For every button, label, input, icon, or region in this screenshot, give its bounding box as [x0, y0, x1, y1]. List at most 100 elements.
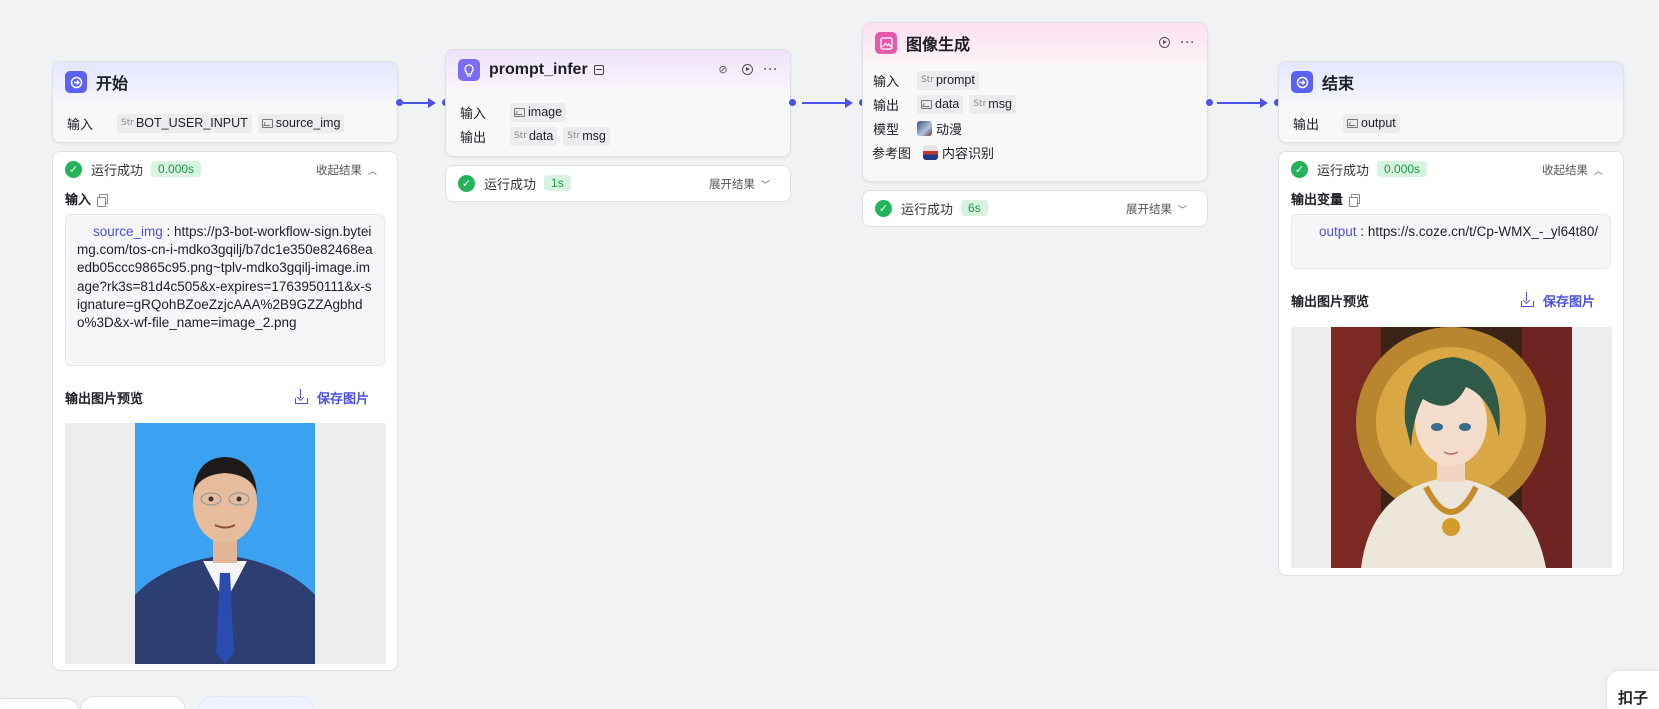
run-node-button[interactable]: [1157, 35, 1171, 49]
check-circle-icon: ✓: [65, 160, 82, 178]
node-title: prompt_infer: [489, 61, 588, 78]
bell-off-icon[interactable]: ⊘: [716, 62, 730, 76]
anime-portrait-image: [1331, 327, 1572, 568]
edge-image-end: [1217, 102, 1260, 104]
arrow-icon: [845, 98, 853, 108]
arrow-icon: [1260, 98, 1268, 108]
time-badge: 1s: [544, 175, 571, 191]
bottom-toolbar-right[interactable]: [198, 696, 314, 709]
download-icon: [1520, 291, 1534, 307]
result-value-box: output : https://s.coze.cn/t/Cp-WMX_-_yl…: [1291, 214, 1611, 269]
start-node-header: 开始: [53, 62, 397, 102]
node-title: 结束: [1322, 76, 1355, 93]
input-tag-bot-user-input: Str BOT_USER_INPUT: [117, 113, 252, 133]
reference-thumbnail: [923, 144, 938, 160]
coze-badge[interactable]: 扣子: [1607, 671, 1659, 709]
output-port[interactable]: [1206, 99, 1213, 106]
reference-row: 参考图 内容识别: [863, 140, 1207, 164]
chevron-down-icon: ﹀: [1177, 204, 1187, 215]
image-type-icon: [1347, 118, 1358, 128]
collapse-result-button[interactable]: 收起结果 ︿: [316, 162, 377, 178]
status-text: 运行成功: [91, 162, 144, 178]
expand-result-button[interactable]: 展开结果 ﹀: [1126, 201, 1187, 217]
workflow-canvas[interactable]: 开始 输入 Str BOT_USER_INPUT source_img ✓ 运行成…: [0, 0, 1659, 709]
expand-result-button[interactable]: 展开结果 ﹀: [709, 176, 770, 192]
prompt-infer-node[interactable]: prompt_infer ⊘ ··· 输入 image 输出 Str data S…: [445, 49, 791, 157]
image-outputs-row: 输出 data Str msg: [863, 92, 1207, 116]
model-row: 模型 动漫: [863, 116, 1207, 140]
result-key: output: [1319, 224, 1357, 239]
model-value: 动漫: [917, 119, 962, 138]
result-value-box: source_img : https://p3-bot-workflow-sig…: [65, 214, 385, 366]
batch-icon[interactable]: [593, 65, 604, 75]
image-preview: [1291, 327, 1612, 568]
copy-icon[interactable]: [1349, 193, 1361, 207]
save-image-button[interactable]: 保存图片: [294, 388, 369, 407]
image-gen-icon: [875, 32, 897, 54]
exit-icon: [1291, 71, 1313, 93]
save-image-button[interactable]: 保存图片: [1520, 291, 1595, 310]
output-tag-msg: Str msg: [969, 94, 1016, 114]
result-key: source_img: [93, 224, 163, 239]
prompt-result-panel: ✓ 运行成功 1s 展开结果 ﹀: [445, 165, 791, 202]
output-port[interactable]: [396, 99, 403, 106]
time-badge: 0.000s: [151, 161, 202, 177]
end-outputs-row: 输出 output: [1279, 111, 1623, 135]
output-port[interactable]: [789, 99, 796, 106]
model-thumbnail: [917, 120, 932, 136]
image-node-header: 图像生成 ···: [863, 23, 1207, 63]
check-circle-icon: ✓: [1291, 160, 1308, 178]
start-inputs-row: 输入 Str BOT_USER_INPUT source_img: [53, 111, 397, 135]
start-result-panel: ✓ 运行成功 0.000s 收起结果 ︿ 输入 source_img : http…: [52, 151, 398, 671]
input-tag-image: image: [510, 102, 567, 122]
chevron-up-icon: ︿: [1593, 165, 1603, 176]
bottom-toolbar-middle[interactable]: [80, 696, 186, 709]
collapse-result-button[interactable]: 收起结果 ︿: [1542, 162, 1603, 178]
more-icon[interactable]: ···: [1181, 35, 1195, 49]
more-icon[interactable]: ···: [764, 62, 778, 76]
image-result-panel: ✓ 运行成功 6s 展开结果 ﹀: [862, 190, 1208, 227]
output-tag-msg: Str msg: [563, 126, 610, 146]
status-text: 运行成功: [901, 201, 954, 217]
image-type-icon: [921, 99, 932, 109]
check-circle-icon: ✓: [458, 174, 475, 192]
end-result-panel: ✓ 运行成功 0.000s 收起结果 ︿ 输出变量 output : https:…: [1278, 151, 1624, 576]
image-type-icon: [261, 118, 273, 128]
end-node-header: 结束: [1279, 62, 1623, 102]
reference-value: 内容识别: [923, 143, 994, 162]
input-label: 输入: [67, 116, 94, 132]
preview-title: 输出图片预览: [1291, 294, 1370, 309]
time-badge: 6s: [961, 200, 988, 216]
input-tag-prompt: Str prompt: [917, 70, 979, 90]
result-header: ✓ 运行成功 0.000s 收起结果 ︿: [1279, 152, 1623, 186]
node-title: 图像生成: [906, 37, 971, 54]
bottom-toolbar-left[interactable]: [0, 698, 80, 709]
image-type-icon: [514, 107, 525, 117]
enter-icon: [65, 71, 87, 93]
image-gen-node[interactable]: 图像生成 ··· 输入 Str prompt 输出 data Str msg 模型 …: [862, 22, 1208, 182]
output-tag-data: Str data: [510, 126, 558, 146]
result-header: ✓ 运行成功 0.000s 收起结果 ︿: [53, 152, 397, 186]
run-node-button[interactable]: [740, 62, 754, 76]
chevron-down-icon: ﹀: [760, 179, 770, 190]
image-inputs-row: 输入 Str prompt: [863, 68, 1207, 92]
section-label: 输出变量: [1291, 189, 1623, 208]
preview-header: 输出图片预览 保存图片: [65, 388, 369, 407]
input-tag-source-img: source_img: [257, 113, 345, 133]
status-text: 运行成功: [484, 176, 537, 192]
arrow-icon: [428, 98, 436, 108]
output-tag-data: data: [917, 94, 964, 114]
end-node[interactable]: 结束 输出 output: [1278, 61, 1624, 143]
start-node[interactable]: 开始 输入 Str BOT_USER_INPUT source_img: [52, 61, 398, 143]
chevron-up-icon: ︿: [367, 165, 377, 176]
copy-icon[interactable]: [97, 193, 109, 207]
check-circle-icon: ✓: [875, 199, 892, 217]
bulb-icon: [458, 59, 480, 81]
download-icon: [294, 388, 308, 404]
portrait-image: [135, 423, 315, 664]
status-text: 运行成功: [1317, 162, 1370, 178]
image-preview: [65, 423, 386, 664]
edge-start-prompt: [403, 102, 428, 104]
section-label: 输入: [65, 189, 397, 208]
prompt-outputs-row: 输出 Str data Str msg: [446, 124, 790, 148]
